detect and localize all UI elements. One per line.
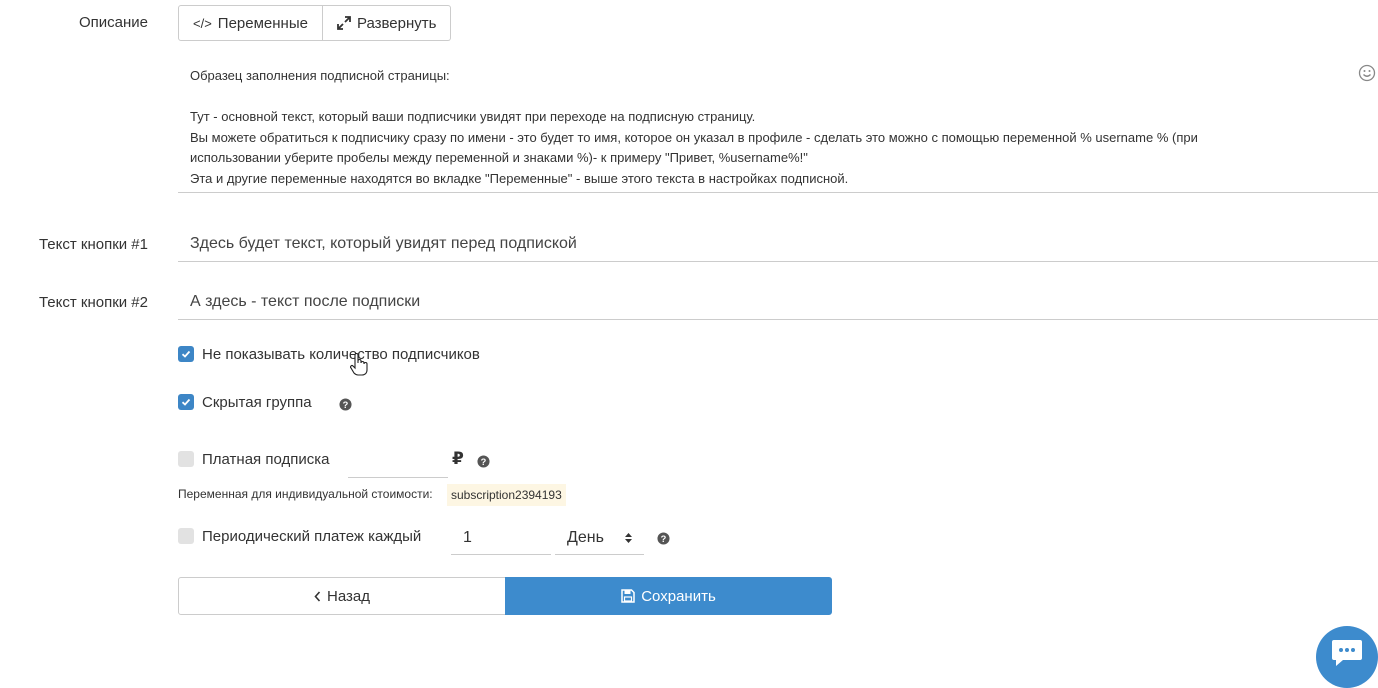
question-icon[interactable]: ?	[339, 398, 352, 411]
description-line: Тут - основной текст, который ваши подпи…	[190, 109, 756, 124]
period-select-value: День	[567, 528, 604, 546]
button2-input[interactable]: А здесь - текст после подписки	[178, 284, 1378, 320]
hide-count-checkbox[interactable]	[178, 346, 194, 362]
paid-subscription-label[interactable]: Платная подписка	[202, 451, 329, 468]
period-count-input[interactable]: 1	[451, 521, 551, 555]
period-select[interactable]: День	[555, 521, 644, 555]
save-button-label: Сохранить	[641, 587, 716, 605]
svg-text:?: ?	[661, 534, 667, 544]
save-button[interactable]: Сохранить	[505, 577, 832, 615]
individual-cost-variable: subscription2394193	[447, 484, 566, 506]
individual-cost-label: Переменная для индивидуальной стоимости:	[178, 487, 433, 501]
description-line: Вы можете обратиться к подписчику сразу …	[190, 129, 1198, 145]
description-toolbar: </> Переменные Развернуть	[178, 5, 452, 41]
periodic-payment-label[interactable]: Периодический платеж каждый	[202, 528, 421, 545]
description-label: Описание	[78, 14, 148, 31]
question-icon[interactable]: ?	[477, 455, 490, 468]
check-icon	[181, 398, 191, 406]
expand-icon	[337, 16, 351, 30]
back-button[interactable]: Назад	[178, 577, 506, 615]
code-icon: </>	[193, 15, 212, 31]
description-line: Эта и другие переменные находятся во вкл…	[190, 170, 849, 186]
ruble-icon: ₽	[452, 449, 464, 468]
svg-text:?: ?	[481, 457, 487, 467]
description-line: Образец заполнения подписной страницы:	[190, 68, 450, 83]
question-icon[interactable]: ?	[657, 532, 670, 545]
description-editor[interactable]: Образец заполнения подписной страницы: Т…	[178, 58, 1378, 193]
button1-input[interactable]: Здесь будет текст, который увидят перед …	[178, 226, 1378, 262]
hide-count-label[interactable]: Не показывать количество подписчиков	[202, 346, 480, 363]
floppy-disk-icon	[621, 589, 635, 603]
description-line: использовании уберите пробелы между пере…	[190, 150, 808, 165]
chat-widget-button[interactable]	[1316, 626, 1378, 688]
price-input[interactable]	[348, 448, 448, 478]
paid-subscription-checkbox[interactable]	[178, 451, 194, 467]
button2-label: Текст кнопки #2	[38, 294, 148, 311]
hidden-group-checkbox[interactable]	[178, 394, 194, 410]
chat-icon	[1332, 640, 1362, 666]
check-icon	[181, 350, 191, 358]
button1-label: Текст кнопки #1	[38, 236, 148, 253]
back-button-label: Назад	[327, 587, 370, 605]
expand-button[interactable]: Развернуть	[322, 5, 452, 41]
smile-icon[interactable]	[1358, 64, 1376, 82]
hidden-group-label[interactable]: Скрытая группа	[202, 394, 312, 411]
description-line	[190, 87, 1330, 108]
expand-button-label: Развернуть	[356, 14, 437, 32]
description-text: Образец заполнения подписной страницы: Т…	[190, 66, 1330, 189]
sort-arrows-icon	[625, 533, 632, 543]
cursor-hand-icon	[350, 353, 368, 376]
periodic-payment-checkbox[interactable]	[178, 528, 194, 544]
svg-text:?: ?	[343, 400, 349, 410]
variables-button[interactable]: </> Переменные	[178, 5, 323, 41]
variables-button-label: Переменные	[217, 14, 308, 32]
chevron-left-icon	[314, 590, 321, 602]
